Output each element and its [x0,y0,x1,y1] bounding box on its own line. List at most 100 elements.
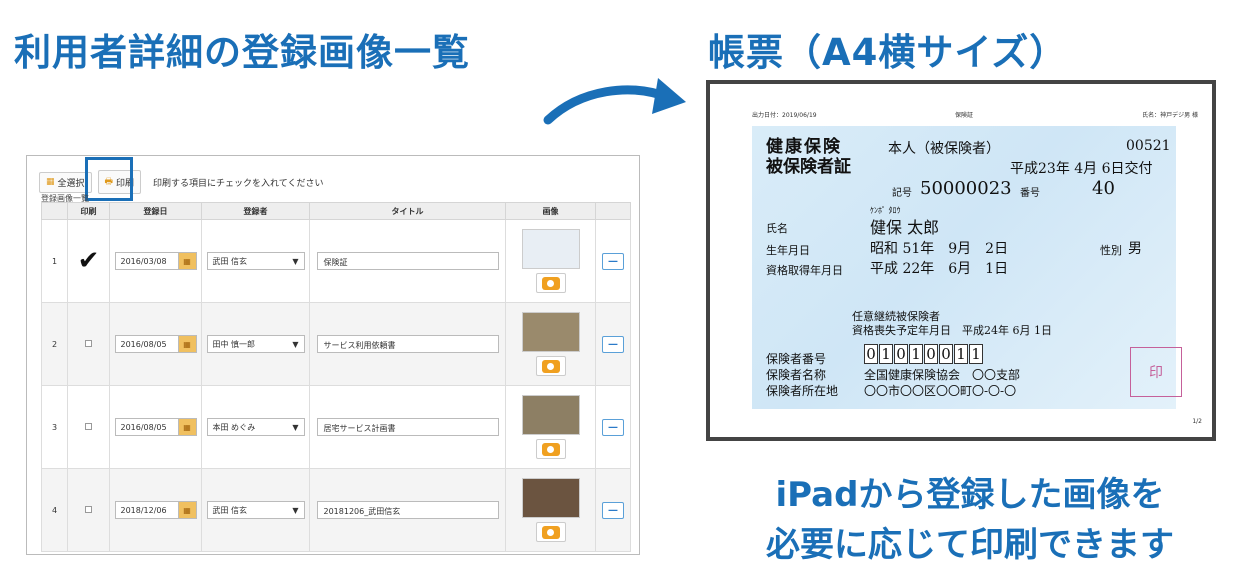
insurer-no-digit: 1 [879,344,893,364]
card-code: 00521 [1126,138,1171,154]
page-number: 1/2 [1192,418,1202,425]
calendar-icon[interactable]: ▦ [177,336,196,352]
name-label: 氏名 [766,222,788,235]
remove-button[interactable]: — [602,252,624,270]
bango-value: 40 [1092,178,1115,199]
image-thumbnail[interactable] [521,312,580,352]
left-heading: 利用者詳細の登録画像一覧 [14,31,470,74]
col-title: タイトル [309,202,506,220]
image-cell [505,302,596,386]
user-value: 武田 信玄 [212,256,248,266]
date-value: 2016/03/08 [120,256,167,266]
kigo-label: 記号 [892,188,912,199]
image-thumbnail[interactable] [521,395,580,435]
date-cell: 2016/08/05 ▦ [109,302,202,386]
date-cell: 2018/12/06 ▦ [109,468,202,552]
print-hint: 印刷する項目にチェックを入れてください [153,178,324,189]
acq-value: 平成 22年 6月 1日 [870,261,1009,277]
caption-line1: iPadから登録した画像を [775,475,1165,515]
date-field[interactable]: 2018/12/06 ▦ [114,501,197,519]
image-thumbnail[interactable] [521,478,580,518]
print-checkbox[interactable] [85,339,92,347]
camera-button[interactable] [535,522,566,542]
table-row: 4 2018/12/06 ▦ 武田 信玄 ▼ 20181206_武田信玄 — [41,468,631,552]
insurer-no-digit: 1 [909,344,923,364]
arrow-icon [543,78,686,125]
user-select[interactable]: 武田 信玄 ▼ [206,501,305,519]
seal-stamp: 印 [1130,347,1182,397]
action-cell: — [595,302,631,386]
card-title2: 被保険者証 [766,157,851,177]
select-all-button[interactable]: ▦ 全選択 [39,171,92,193]
col-user: 登録者 [201,202,310,220]
camera-icon [541,276,560,290]
toolbar: ▦ 全選択 🖶 印刷 印刷する項目にチェックを入れてください [39,170,324,194]
caret-down-icon: ▼ [292,339,299,349]
caret-down-icon: ▼ [292,422,299,432]
a4-document: 出力日付：2019/06/19 保険証 氏名：神戸デジ男 様 健康保険 被保険者… [706,80,1216,441]
title-input[interactable]: サービス利用依頼書 [316,335,499,353]
date-field[interactable]: 2016/08/05 ▦ [114,418,197,436]
image-cell [505,385,596,469]
select-all-label: 全選択 [57,178,85,189]
camera-icon [541,525,560,539]
image-thumbnail[interactable] [521,229,580,269]
calendar-icon[interactable]: ▦ [177,419,196,435]
user-cell: 本田 めぐみ ▼ [201,385,310,469]
print-checkbox[interactable] [85,422,92,430]
camera-button[interactable] [535,356,566,376]
row-number: 4 [41,468,68,552]
remove-button[interactable]: — [602,335,624,353]
col-no [41,202,68,220]
date-value: 2016/08/05 [120,339,167,349]
user-select[interactable]: 田中 慎一郎 ▼ [206,335,305,353]
print-cell [67,385,110,469]
table-row: 1 ✔ 2016/03/08 ▦ 武田 信玄 ▼ 保険証 — [41,219,631,303]
camera-button[interactable] [535,273,566,293]
date-field[interactable]: 2016/08/05 ▦ [114,335,197,353]
table-row: 2 2016/08/05 ▦ 田中 慎一郎 ▼ サービス利用依頼書 — [41,302,631,386]
print-cell: ✔ [67,219,110,303]
date-value: 2018/12/06 [120,505,167,515]
sex-label: 性別 [1100,244,1122,257]
insurer-name-label: 保険者名称 [766,368,827,382]
calendar-icon[interactable]: ▦ [177,502,196,518]
date-cell: 2016/03/08 ▦ [109,219,202,303]
user-select[interactable]: 武田 信玄 ▼ [206,252,305,270]
date-cell: 2016/08/05 ▦ [109,385,202,469]
kigo-value: 50000023 [920,178,1012,199]
title-input[interactable]: 20181206_武田信玄 [316,501,499,519]
remove-button[interactable]: — [602,501,624,519]
table-row: 3 2016/08/05 ▦ 本田 めぐみ ▼ 居宅サービス計画書 — [41,385,631,469]
insurer-name: 全国健康保険協会 〇〇支部 [864,368,1021,382]
card-issued: 平成23年 4月 6日交付 [1010,161,1153,177]
title-input[interactable]: 保険証 [316,252,499,270]
date-field[interactable]: 2016/03/08 ▦ [114,252,197,270]
title-input[interactable]: 居宅サービス計画書 [316,418,499,436]
print-checkbox[interactable] [85,505,92,513]
caption-line2: 必要に応じて印刷できます [766,525,1174,565]
insurer-addr: 〇〇市〇〇区〇〇町〇-〇-〇 [864,384,1017,398]
row-number: 1 [41,219,68,303]
row-number: 3 [41,385,68,469]
sex-value: 男 [1128,241,1142,257]
action-cell: — [595,385,631,469]
card-type: 本人（被保険者） [888,141,1000,157]
birth-value: 昭和 51年 9月 2日 [870,241,1009,257]
camera-button[interactable] [535,439,566,459]
recipient: 氏名：神戸デジ男 様 [1142,112,1198,119]
user-value: 本田 めぐみ [212,422,256,432]
col-image: 画像 [505,202,596,220]
caption: iPadから登録した画像を 必要に応じて印刷できます [720,470,1220,570]
checkmark-icon[interactable]: ✔ [78,246,100,276]
bango-label: 番号 [1020,188,1040,199]
col-action [595,202,631,220]
calendar-icon[interactable]: ▦ [177,253,196,269]
user-select[interactable]: 本田 めぐみ ▼ [206,418,305,436]
insurance-card: 健康保険 被保険者証 本人（被保険者） 00521 平成23年 4月 6日交付 … [752,126,1182,409]
row-number: 2 [41,302,68,386]
output-date: 出力日付：2019/06/19 [752,112,817,119]
title-cell: 居宅サービス計画書 [309,385,506,469]
remove-button[interactable]: — [602,418,624,436]
user-value: 武田 信玄 [212,505,248,515]
